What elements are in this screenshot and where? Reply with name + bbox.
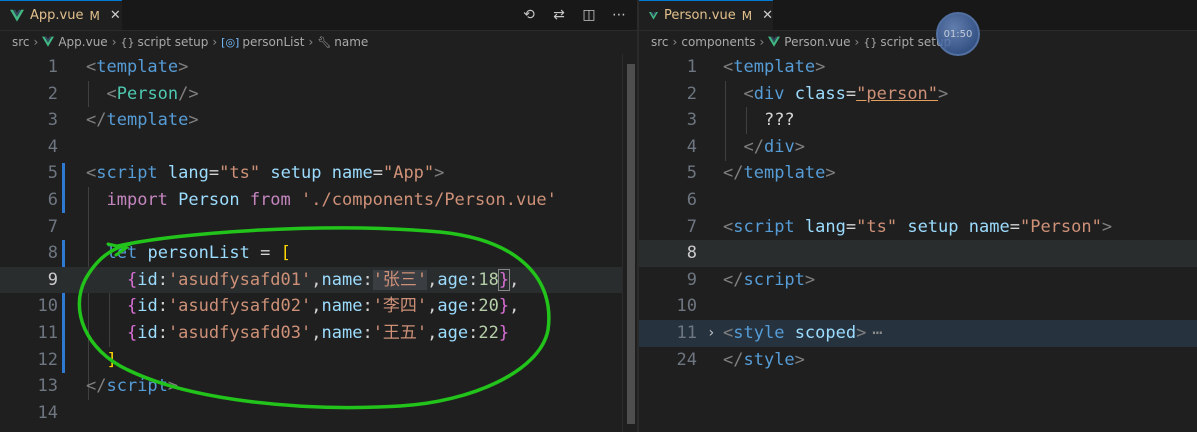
chevron-right-icon: › <box>759 35 765 49</box>
code-editor[interactable]: 1 <template> 2 <div class="person"> 3 ???… <box>639 54 1197 432</box>
line-number: 2 <box>686 83 697 104</box>
line-number: 8 <box>686 243 697 264</box>
chevron-right-icon: › <box>854 35 860 49</box>
modified-indicator: M <box>741 8 753 23</box>
breadcrumb-components[interactable]: components <box>681 35 755 49</box>
code-line: 10 <box>639 293 1197 320</box>
vue-file-icon <box>768 36 781 47</box>
braces-icon: {} <box>863 35 878 49</box>
close-tab-icon[interactable]: ✕ <box>762 8 773 23</box>
code-line: 6 <box>639 187 1197 214</box>
line-number: 24 <box>676 349 697 370</box>
code-line-folded: 11 <style scoped> ⋯ <box>639 320 1197 347</box>
line-number: 9 <box>686 269 697 290</box>
line-number: 6 <box>686 190 697 210</box>
right-tab-bar: Person.vue M ✕ <box>639 0 1197 31</box>
line-number: 4 <box>686 136 697 157</box>
line-number: 3 <box>686 110 697 131</box>
line-number: 10 <box>676 296 697 317</box>
line-number: 11 <box>676 323 697 343</box>
breadcrumb-file[interactable]: Person.vue <box>784 35 850 49</box>
right-editor-pane: Person.vue M ✕ src › components › Person… <box>639 0 1197 432</box>
line-number: 7 <box>686 216 697 237</box>
code-line: 7 <script lang="ts" setup name="Person"> <box>639 214 1197 241</box>
floating-timer-badge: 01:50 <box>936 12 980 56</box>
code-line: 3 ??? <box>639 107 1197 134</box>
chevron-right-icon[interactable]: › <box>707 320 715 347</box>
tab-person-vue[interactable]: Person.vue M ✕ <box>639 0 773 30</box>
code-line: 5 </template> <box>639 160 1197 187</box>
code-line: 1 <template> <box>639 54 1197 81</box>
folded-ellipsis[interactable]: ⋯ <box>872 323 882 343</box>
breadcrumb: src › components › Person.vue › {} scrip… <box>639 31 1197 53</box>
code-line: 4 </div> <box>639 134 1197 161</box>
code-line: 24 </style> <box>639 347 1197 374</box>
chevron-right-icon: › <box>672 35 678 49</box>
code-line: 9 </script> <box>639 267 1197 294</box>
code-line-current: 8 <box>639 240 1197 267</box>
code-line: 2 <div class="person"> <box>639 81 1197 108</box>
line-number: 1 <box>686 57 697 77</box>
left-editor-pane: App.vue M ✕ ⟲ ⇄ ◫ ⋯ src › App.vue › {} s… <box>0 0 637 432</box>
hand-drawn-annotation-circle <box>77 226 551 410</box>
breadcrumb-src[interactable]: src <box>651 35 669 49</box>
tab-label: Person.vue <box>663 8 736 23</box>
vue-file-icon <box>649 11 658 20</box>
line-number: 5 <box>686 163 697 184</box>
